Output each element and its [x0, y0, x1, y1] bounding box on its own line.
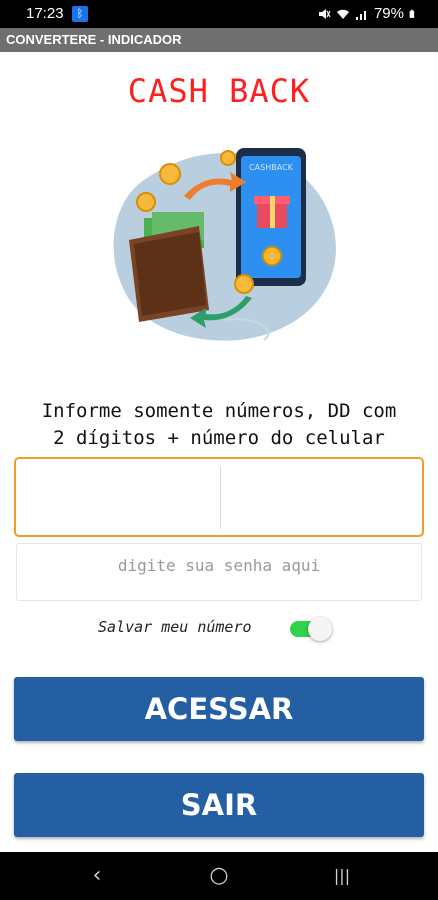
navigation-bar: ‹ ○ ||| — [0, 852, 438, 900]
input-divider — [220, 467, 221, 529]
phone-number-input[interactable] — [226, 463, 418, 533]
phone-input-group — [14, 457, 424, 537]
save-number-toggle[interactable] — [290, 617, 332, 641]
status-time: 17:23 — [26, 5, 64, 22]
recents-icon[interactable]: ||| — [328, 862, 356, 890]
status-bar: 17:23 ᛒ 79% — [0, 0, 438, 28]
sair-button[interactable]: SAIR — [14, 773, 424, 837]
save-number-label: Salvar meu número — [98, 618, 252, 636]
phone-icon: CASHBACK — [236, 148, 306, 286]
page-title: CASH BACK — [127, 72, 311, 110]
acessar-button[interactable]: ACESSAR — [14, 677, 424, 741]
wifi-icon — [336, 9, 349, 19]
battery-level: 79% — [373, 5, 404, 22]
save-number-row: Salvar meu número — [0, 614, 438, 642]
mute-icon — [318, 8, 331, 19]
back-icon[interactable]: ‹ — [83, 862, 111, 890]
illustration-label: CASHBACK — [249, 163, 294, 172]
signal-icon — [355, 10, 366, 20]
ddd-input[interactable] — [20, 463, 216, 533]
password-input[interactable]: digite sua senha aqui — [16, 543, 422, 601]
cashback-illustration: CASHBACK — [113, 148, 336, 341]
home-icon[interactable]: ○ — [205, 862, 233, 890]
instructions-line-2: 2 dígitos + número do celular — [53, 427, 385, 449]
battery-icon — [409, 9, 415, 18]
notification-icon: ᛒ — [72, 6, 88, 22]
instructions-line-1: Informe somente números, DD com — [41, 400, 397, 422]
toggle-knob — [308, 617, 332, 641]
password-placeholder: digite sua senha aqui — [117, 556, 321, 575]
instructions-text: Informe somente números, DD com 2 dígito… — [0, 398, 438, 452]
app-bar-title: CONVERTERE - INDICADOR — [0, 28, 438, 52]
status-icons: 79% — [317, 5, 418, 22]
